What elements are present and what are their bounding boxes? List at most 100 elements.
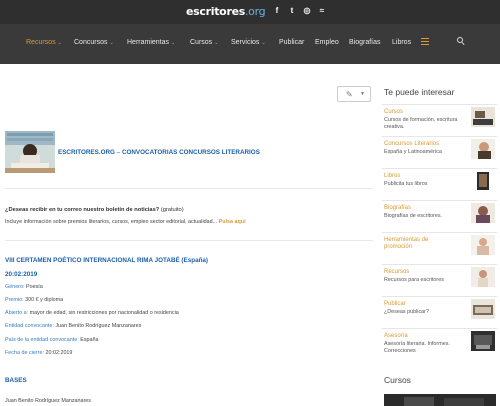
- field-label: País de la entidad convocante:: [5, 337, 79, 343]
- sidebar-item-image[interactable]: [471, 107, 495, 127]
- nav-item-herramientas[interactable]: Herramientas ⌄: [127, 39, 175, 46]
- sidebar-item-image[interactable]: [471, 267, 495, 287]
- search-icon[interactable]: [457, 37, 465, 46]
- field-abierto: Abierto a: mayor de edad, sin restriccio…: [5, 310, 179, 316]
- sidebar-item-desc: ¿Deseas publicar?: [384, 309, 429, 315]
- sidebar-item-title[interactable]: Cursos: [384, 109, 403, 115]
- field-entidad: Entidad convocante: Juan Benito Rodrígue…: [5, 323, 141, 329]
- header-site: ESCRITORES.ORG: [58, 149, 115, 156]
- sidebar-item-concursos[interactable]: Concursos Literarios España y Latinoamér…: [382, 136, 497, 168]
- sidebar-item-image[interactable]: [471, 203, 495, 223]
- nav-item-publicar[interactable]: Publicar: [279, 39, 304, 46]
- newsletter-link[interactable]: Pulsa aquí: [219, 219, 246, 225]
- divider: [5, 240, 373, 241]
- field-value: Juan Benito Rodríguez Manzanares: [55, 323, 142, 329]
- sidebar-item-recursos[interactable]: Recursos Recursos para escritores: [382, 264, 497, 296]
- nav-label: Libros: [392, 39, 412, 46]
- edit-icon: ✎: [346, 90, 353, 99]
- nav-label: Biografías: [349, 39, 381, 46]
- header-separator: –: [114, 149, 122, 156]
- chevron-down-icon: ⌄: [171, 40, 176, 46]
- social-links: f t ◎ ≈: [273, 6, 326, 15]
- twitter-icon[interactable]: t: [288, 6, 296, 15]
- nav-item-libros[interactable]: Libros: [392, 39, 411, 46]
- logo-main: escritores: [186, 5, 245, 18]
- sidebar-item-title[interactable]: Biografías: [384, 205, 411, 211]
- nav-label: Cursos: [190, 39, 213, 46]
- edit-dropdown-button[interactable]: ✎ ▼: [337, 86, 371, 102]
- sidebar-item-herramientas[interactable]: Herramientas de promoción: [382, 232, 497, 264]
- field-label: Fecha de cierre:: [5, 350, 44, 356]
- sidebar-item-desc: Recursos para escritores: [384, 277, 444, 283]
- sidebar-item-image[interactable]: [471, 235, 495, 255]
- nav-label: Recursos: [26, 39, 56, 46]
- field-genero: Género: Poesía: [5, 284, 43, 290]
- sidebar-item-title[interactable]: Herramientas de promoción: [384, 237, 454, 251]
- field-label: Abierto a:: [5, 310, 29, 316]
- nav-item-cursos[interactable]: Cursos ⌄: [190, 39, 218, 46]
- newsletter-description: Incluye información sobre premios litera…: [5, 219, 246, 225]
- sidebar-item-desc: Cursos de formación, escritura creativa.: [384, 117, 458, 130]
- chevron-down-icon: ⌄: [57, 40, 62, 46]
- nav-label: Concursos: [74, 39, 108, 46]
- contest-title[interactable]: VIII CERTAMEN POÉTICO INTERNACIONAL RIMA…: [5, 257, 208, 264]
- chevron-down-icon: ⌄: [214, 40, 219, 46]
- site-logo[interactable]: escritores.org: [186, 5, 266, 18]
- newsletter-q-text: ¿Deseas recibir en tu correo nuestro bol…: [5, 207, 160, 213]
- field-premio: Premio: 300 € y diploma: [5, 297, 63, 303]
- sidebar-title: Te puede interesar: [384, 87, 455, 97]
- instagram-icon[interactable]: ◎: [303, 6, 311, 15]
- caret-down-icon: ▼: [360, 91, 365, 97]
- chevron-down-icon: ⌄: [109, 40, 114, 46]
- contest-date: 20:02:2019: [5, 271, 38, 278]
- field-pais: País de la entidad convocante: España: [5, 337, 99, 343]
- sidebar-item-asesoria[interactable]: Asesoría Asesoría literaria. Informes. C…: [382, 328, 497, 360]
- newsletter-free: (gratuito): [160, 207, 184, 213]
- sidebar-item-libros[interactable]: Libros Publicita tus libros: [382, 168, 497, 200]
- top-bar: escritores.org f t ◎ ≈: [0, 0, 500, 24]
- sidebar-item-desc: Asesoría literaria. Informes. Correccion…: [384, 341, 450, 354]
- header-section: CONVOCATORIAS CONCURSOS LITERARIOS: [121, 149, 260, 156]
- newsletter-desc-text: Incluye información sobre premios litera…: [5, 219, 218, 225]
- field-value: Poesía: [25, 284, 43, 290]
- nav-item-empleo[interactable]: Empleo: [315, 39, 339, 46]
- nav-label: Empleo: [315, 39, 339, 46]
- sidebar-item-cursos[interactable]: Cursos Cursos de formación, escritura cr…: [382, 104, 497, 136]
- article-header[interactable]: ESCRITORES.ORG – CONVOCATORIAS CONCURSOS…: [58, 149, 260, 156]
- menu-icon[interactable]: [421, 38, 429, 45]
- field-value: 300 € y diploma: [25, 297, 64, 303]
- sidebar-item-image[interactable]: [471, 171, 495, 191]
- field-label: Género:: [5, 284, 25, 290]
- sidebar-item-title[interactable]: Publicar: [384, 301, 406, 307]
- nav-item-recursos[interactable]: Recursos ⌄: [26, 39, 62, 46]
- sidebar-item-image[interactable]: [471, 331, 495, 351]
- nav-label: Herramientas: [127, 39, 170, 46]
- sidebar-item-image[interactable]: [471, 139, 495, 159]
- sidebar-item-desc: Biografías de escritores.: [384, 213, 443, 219]
- sidebar-cursos-image[interactable]: [384, 394, 496, 406]
- field-value: mayor de edad, sin restricciones por nac…: [29, 310, 179, 316]
- sidebar-item-desc: Publicita tus libros: [384, 181, 428, 187]
- sidebar-item-biografias[interactable]: Biografías Biografías de escritores.: [382, 200, 497, 232]
- nav-item-concursos[interactable]: Concursos ⌄: [74, 39, 114, 46]
- nav-label: Servicios: [231, 39, 260, 46]
- field-label: Entidad convocante:: [5, 323, 54, 329]
- bases-heading: BASES: [5, 377, 27, 384]
- facebook-icon[interactable]: f: [273, 6, 281, 15]
- sidebar-item-title[interactable]: Asesoría: [384, 333, 408, 339]
- sidebar-item-title[interactable]: Libros: [384, 173, 400, 179]
- sidebar-cursos-heading: Cursos: [384, 375, 411, 385]
- bases-author: Juan Benito Rodríguez Manzanares: [5, 398, 92, 404]
- sidebar-item-image[interactable]: [471, 299, 495, 319]
- article-thumbnail[interactable]: [5, 131, 55, 173]
- rss-icon[interactable]: ≈: [318, 6, 326, 15]
- nav-item-servicios[interactable]: Servicios ⌄: [231, 39, 266, 46]
- sidebar-item-publicar[interactable]: Publicar ¿Deseas publicar?: [382, 296, 497, 328]
- sidebar-item-title[interactable]: Recursos: [384, 269, 409, 275]
- logo-org: .org: [244, 5, 266, 18]
- nav-item-biografias[interactable]: Biografías: [349, 39, 381, 46]
- main-nav: Recursos ⌄ Concursos ⌄ Herramientas ⌄ Curso…: [0, 24, 500, 64]
- field-value: España: [80, 337, 99, 343]
- nav-label: Publicar: [279, 39, 305, 46]
- sidebar-item-title[interactable]: Concursos Literarios: [384, 141, 439, 147]
